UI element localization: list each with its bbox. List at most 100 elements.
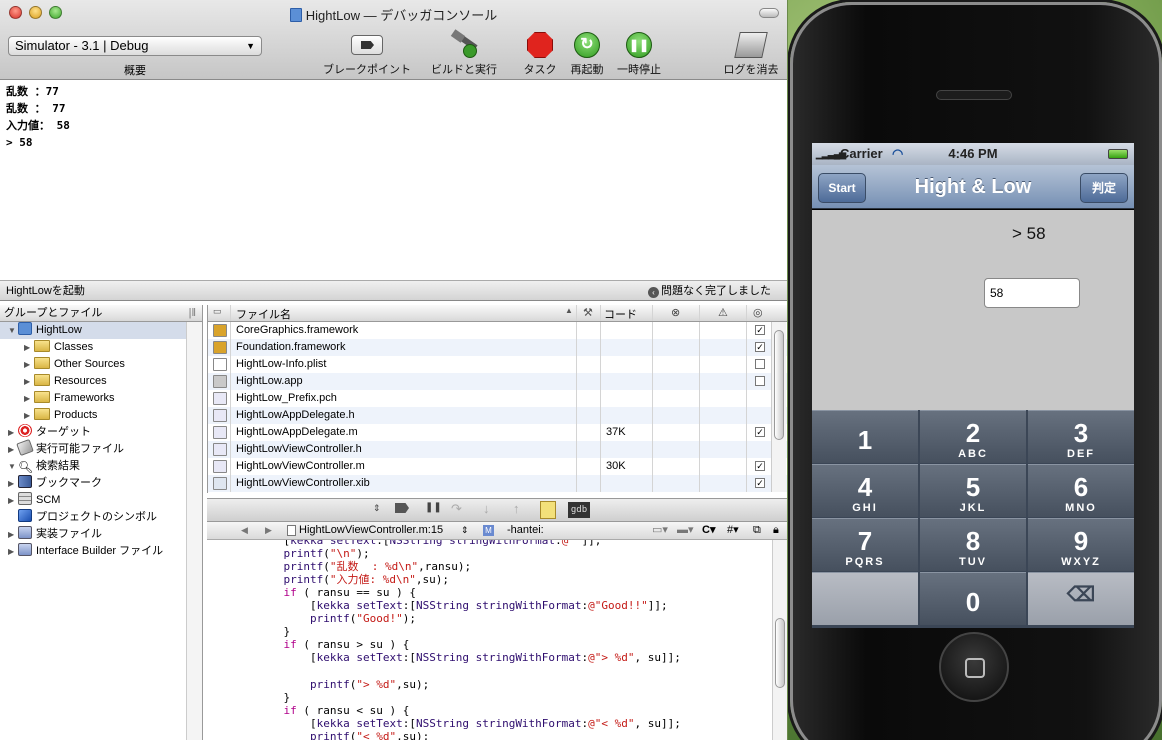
sidebar-item-project-symbols[interactable]: プロジェクトのシンボル: [0, 509, 202, 526]
keypad-key-2[interactable]: 2 ABC: [920, 410, 1026, 463]
target-checkbox[interactable]: ✓: [755, 427, 765, 437]
sidebar-scrollbar[interactable]: [186, 322, 202, 740]
keypad-key-4[interactable]: 4 GHI: [812, 464, 918, 517]
sidebar-item-interface-builder-files[interactable]: ▶ Interface Builder ファイル: [0, 543, 202, 560]
errors-column-icon[interactable]: ⊗: [671, 306, 680, 319]
includes-popup-icon[interactable]: #▾: [727, 522, 739, 539]
sidebar-item-other-sources[interactable]: ▶ Other Sources: [0, 356, 202, 373]
keypad-key-0[interactable]: 0: [920, 572, 1026, 625]
debugger-icon[interactable]: [540, 501, 556, 519]
keypad-key-5[interactable]: 5 JKL: [920, 464, 1026, 517]
disclosure-closed-icon[interactable]: ▶: [8, 492, 18, 509]
lock-icon[interactable]: 🔒︎: [773, 522, 779, 539]
step-over-icon[interactable]: ↷: [451, 501, 462, 517]
editor-scroll-thumb[interactable]: [775, 618, 785, 688]
breakpoint-toggle-icon[interactable]: [395, 503, 409, 513]
table-row[interactable]: HightLowViewController.m 30K ✓: [208, 458, 787, 475]
table-row[interactable]: HightLowViewController.xib ✓: [208, 475, 787, 492]
table-row[interactable]: HightLow.app: [208, 373, 787, 390]
tasks-button[interactable]: タスク: [518, 32, 562, 77]
sidebar-item-bookmarks[interactable]: ▶ ブックマーク: [0, 475, 202, 492]
disclosure-closed-icon[interactable]: ▶: [8, 424, 18, 441]
sidebar-item-implementation-files[interactable]: ▶ 実装ファイル: [0, 526, 202, 543]
file-type-column-icon[interactable]: ▭: [213, 306, 222, 317]
step-into-icon[interactable]: ↓: [483, 501, 490, 516]
disclosure-closed-icon[interactable]: ▶: [24, 390, 34, 407]
disclosure-open-icon[interactable]: ▼: [8, 458, 18, 475]
file-table-scroll-thumb[interactable]: [774, 330, 784, 440]
sidebar-item-executables[interactable]: ▶ 実行可能ファイル: [0, 438, 202, 458]
target-checkbox[interactable]: ✓: [755, 478, 765, 488]
disclosure-closed-icon[interactable]: ▶: [24, 373, 34, 390]
breakpoints-button[interactable]: ブレークポイント: [322, 32, 412, 77]
breakpoints-popup-icon[interactable]: ▬▾: [677, 522, 694, 539]
disclosure-closed-icon[interactable]: ▶: [8, 526, 18, 543]
bookmarks-popup-icon[interactable]: ▭▾: [652, 522, 668, 539]
start-button[interactable]: Start: [818, 173, 866, 203]
source-code-editor[interactable]: [kekka setText:[NSString stringWithForma…: [207, 540, 772, 740]
target-checkbox[interactable]: ✓: [755, 461, 765, 471]
restart-button[interactable]: ↻ 再起動: [567, 32, 607, 77]
keypad-key-8[interactable]: 8 TUV: [920, 518, 1026, 571]
debugger-console-output[interactable]: 乱数 ：77 乱数 ： 77 入力値： 58 > 58: [0, 80, 787, 280]
table-row[interactable]: HightLow_Prefix.pch: [208, 390, 787, 407]
gdb-console-icon[interactable]: gdb: [568, 502, 590, 518]
sidebar-item-classes[interactable]: ▶ Classes: [0, 339, 202, 356]
pause-small-icon[interactable]: ❚❚: [425, 502, 442, 513]
warnings-column-icon[interactable]: ⚠: [718, 306, 728, 319]
disclosure-open-icon[interactable]: ▼: [8, 322, 18, 339]
toolbar-toggle-button[interactable]: [759, 8, 779, 18]
table-row[interactable]: HightLow-Info.plist: [208, 356, 787, 373]
keypad-key-3[interactable]: 3 DEF: [1028, 410, 1134, 463]
editor-file-popup[interactable]: HightLowViewController.m:15: [299, 522, 443, 539]
code-column-header[interactable]: コード: [604, 306, 637, 322]
split-handle-icon[interactable]: |ǁ: [189, 305, 196, 321]
target-checkbox[interactable]: ✓: [755, 342, 765, 352]
table-row[interactable]: CoreGraphics.framework ✓: [208, 322, 787, 339]
disclosure-closed-icon[interactable]: ▶: [8, 475, 18, 492]
home-button[interactable]: [939, 632, 1009, 702]
sidebar-item-scm[interactable]: ▶ SCM: [0, 492, 202, 509]
keypad-key-6[interactable]: 6 MNO: [1028, 464, 1134, 517]
keypad-key-1[interactable]: 1: [812, 410, 918, 463]
step-out-icon[interactable]: ↑: [513, 501, 520, 516]
disclosure-closed-icon[interactable]: ▶: [24, 339, 34, 356]
back-arrow-icon[interactable]: ◀: [241, 522, 248, 539]
file-name-column-header[interactable]: ファイル名: [236, 306, 291, 322]
sidebar-item-find-results[interactable]: ▼ 🔍︎ 検索結果: [0, 458, 202, 475]
table-row[interactable]: Foundation.framework ✓: [208, 339, 787, 356]
column-divider: [746, 424, 747, 441]
table-row[interactable]: HightLowAppDelegate.h: [208, 407, 787, 424]
build-column-hammer-icon[interactable]: ⚒: [583, 306, 593, 319]
active-sdk-popup[interactable]: Simulator - 3.1 | Debug ▼: [8, 36, 262, 56]
sidebar-item-targets[interactable]: ▶ ターゲット: [0, 424, 202, 441]
keypad-key-9[interactable]: 9 WXYZ: [1028, 518, 1134, 571]
judge-button[interactable]: 判定: [1080, 173, 1128, 203]
table-row[interactable]: HightLowAppDelegate.m 37K ✓: [208, 424, 787, 441]
split-updown-icon[interactable]: ⇕: [373, 503, 381, 514]
disclosure-closed-icon[interactable]: ▶: [24, 407, 34, 424]
disclosure-closed-icon[interactable]: ▶: [24, 356, 34, 373]
build-and-run-button[interactable]: ビルドと実行: [428, 29, 500, 77]
disclosure-closed-icon[interactable]: ▶: [8, 543, 18, 560]
sidebar-item-products[interactable]: ▶ Products: [0, 407, 202, 424]
sidebar-header: グループとファイル |ǁ: [0, 305, 202, 322]
target-checkbox[interactable]: [755, 376, 765, 386]
table-row[interactable]: HightLowViewController.h: [208, 441, 787, 458]
sidebar-item-frameworks[interactable]: ▶ Frameworks: [0, 390, 202, 407]
number-input-field[interactable]: 58: [984, 278, 1080, 308]
sidebar-item-resources[interactable]: ▶ Resources: [0, 373, 202, 390]
editor-symbol-popup[interactable]: -hantei:: [507, 522, 544, 539]
target-checkbox[interactable]: [755, 359, 765, 369]
keypad-key-7[interactable]: 7 PQRS: [812, 518, 918, 571]
keypad-delete-key[interactable]: ⌫: [1028, 572, 1134, 625]
clear-log-button[interactable]: ログを消去: [720, 32, 782, 77]
counterpart-icon[interactable]: ⧉: [753, 522, 761, 539]
pause-button[interactable]: ❚❚ 一時停止: [614, 32, 664, 77]
editor-scrollbar[interactable]: [772, 540, 787, 740]
class-popup-icon[interactable]: C▾: [702, 522, 715, 539]
target-membership-column-icon[interactable]: ◎: [753, 306, 763, 319]
sidebar-item-project[interactable]: ▼ HightLow: [0, 322, 202, 339]
forward-arrow-icon[interactable]: ▶: [265, 522, 272, 539]
target-checkbox[interactable]: ✓: [755, 325, 765, 335]
